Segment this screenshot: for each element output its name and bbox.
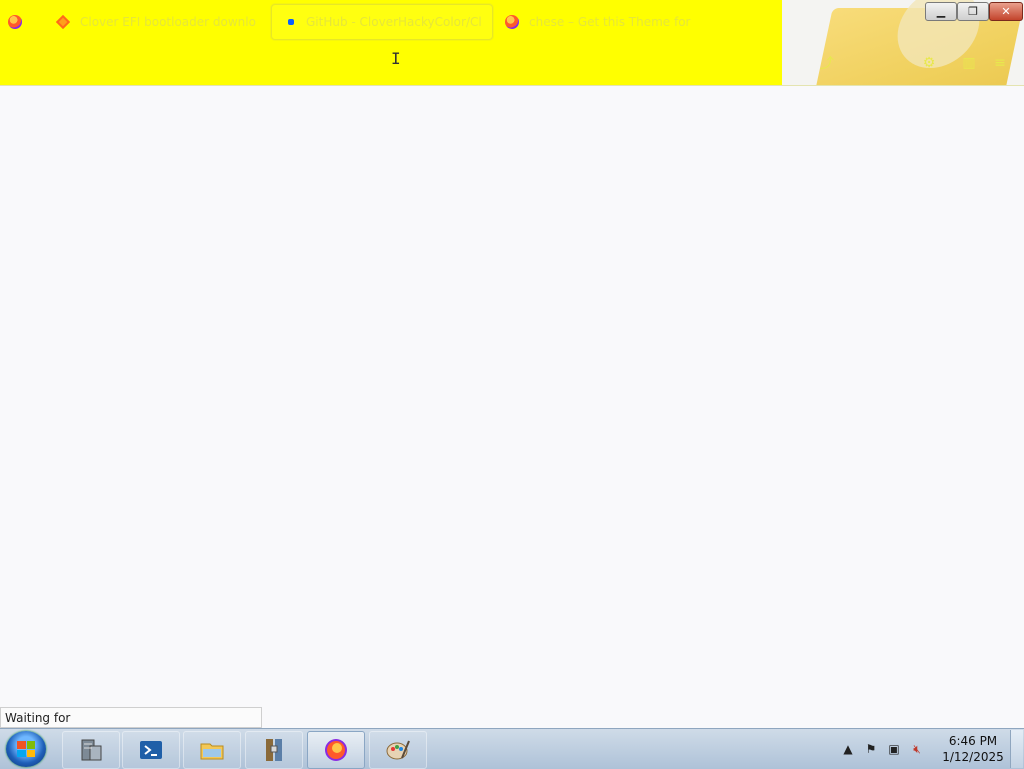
extensions-icon[interactable]: ⚙ bbox=[921, 55, 937, 71]
clock[interactable]: 6:46 PM 1/12/2025 bbox=[938, 733, 1008, 765]
taskbar-paint[interactable] bbox=[369, 731, 427, 769]
taskbar-archive-tool[interactable] bbox=[245, 731, 303, 769]
text-cursor-icon: I bbox=[391, 49, 401, 68]
minimize-icon: ▁ bbox=[936, 5, 946, 18]
network-icon[interactable]: ▣ bbox=[886, 741, 902, 757]
restore-icon: ❐ bbox=[968, 5, 978, 18]
share-icon[interactable]: ⤴ bbox=[819, 55, 835, 72]
clock-date: 1/12/2025 bbox=[942, 750, 1004, 764]
minimize-button[interactable]: ▁ bbox=[925, 2, 957, 21]
taskbar-firefox[interactable] bbox=[307, 731, 365, 769]
close-button[interactable]: ✕ bbox=[989, 2, 1023, 21]
browser-toolbar: Clover EFI bootloader downlo… GitHub - C… bbox=[0, 0, 1024, 86]
tab-title: chese – Get this Theme for 🦊 F bbox=[529, 15, 695, 29]
firefox-icon bbox=[505, 15, 519, 29]
menu-icon[interactable]: ≡ bbox=[992, 55, 1008, 71]
system-tray: ▲ ⚑ ▣ 🔇︎ bbox=[840, 729, 932, 769]
windows-logo-icon bbox=[17, 741, 35, 757]
tab-firefox-pinned[interactable] bbox=[8, 4, 44, 40]
start-button[interactable] bbox=[6, 731, 46, 767]
firefox-icon bbox=[8, 15, 22, 29]
server-manager-icon bbox=[81, 739, 102, 761]
tab-title: GitHub - CloverHackyColor/Cl bbox=[306, 15, 482, 29]
taskbar-file-explorer[interactable] bbox=[183, 731, 241, 769]
clock-time: 6:46 PM bbox=[948, 734, 998, 748]
tab-title: Clover EFI bootloader downlo… bbox=[80, 15, 256, 29]
tab-clover-efi[interactable]: Clover EFI bootloader downlo… bbox=[56, 4, 256, 40]
github-icon bbox=[288, 19, 294, 25]
show-hidden-icons-icon[interactable]: ▲ bbox=[840, 741, 856, 757]
clover-diamond-icon bbox=[56, 14, 71, 30]
tab-chese-theme[interactable]: chese – Get this Theme for 🦊 F bbox=[505, 4, 695, 40]
action-center-flag-icon[interactable]: ⚑ bbox=[863, 741, 879, 757]
archive-tool-icon bbox=[266, 739, 282, 761]
page-content bbox=[0, 86, 1024, 707]
firefox-icon bbox=[325, 739, 347, 761]
show-desktop-button[interactable] bbox=[1010, 730, 1023, 768]
taskbar-powershell[interactable] bbox=[122, 731, 180, 769]
paint-icon bbox=[386, 740, 410, 760]
close-icon: ✕ bbox=[1001, 5, 1011, 18]
taskbar-server-manager[interactable] bbox=[62, 731, 120, 769]
tab-github[interactable]: GitHub - CloverHackyColor/Cl bbox=[271, 4, 493, 40]
powershell-icon bbox=[140, 741, 162, 759]
restore-button[interactable]: ❐ bbox=[957, 2, 989, 21]
status-bar: Waiting for avatars.githubusercontent.co… bbox=[0, 707, 262, 746]
file-explorer-icon bbox=[200, 743, 224, 760]
volume-muted-icon[interactable]: 🔇︎ bbox=[909, 741, 925, 757]
library-icon[interactable]: ▥ bbox=[961, 55, 977, 71]
taskbar: ▲ ⚑ ▣ 🔇︎ 6:46 PM 1/12/2025 bbox=[0, 728, 1024, 769]
